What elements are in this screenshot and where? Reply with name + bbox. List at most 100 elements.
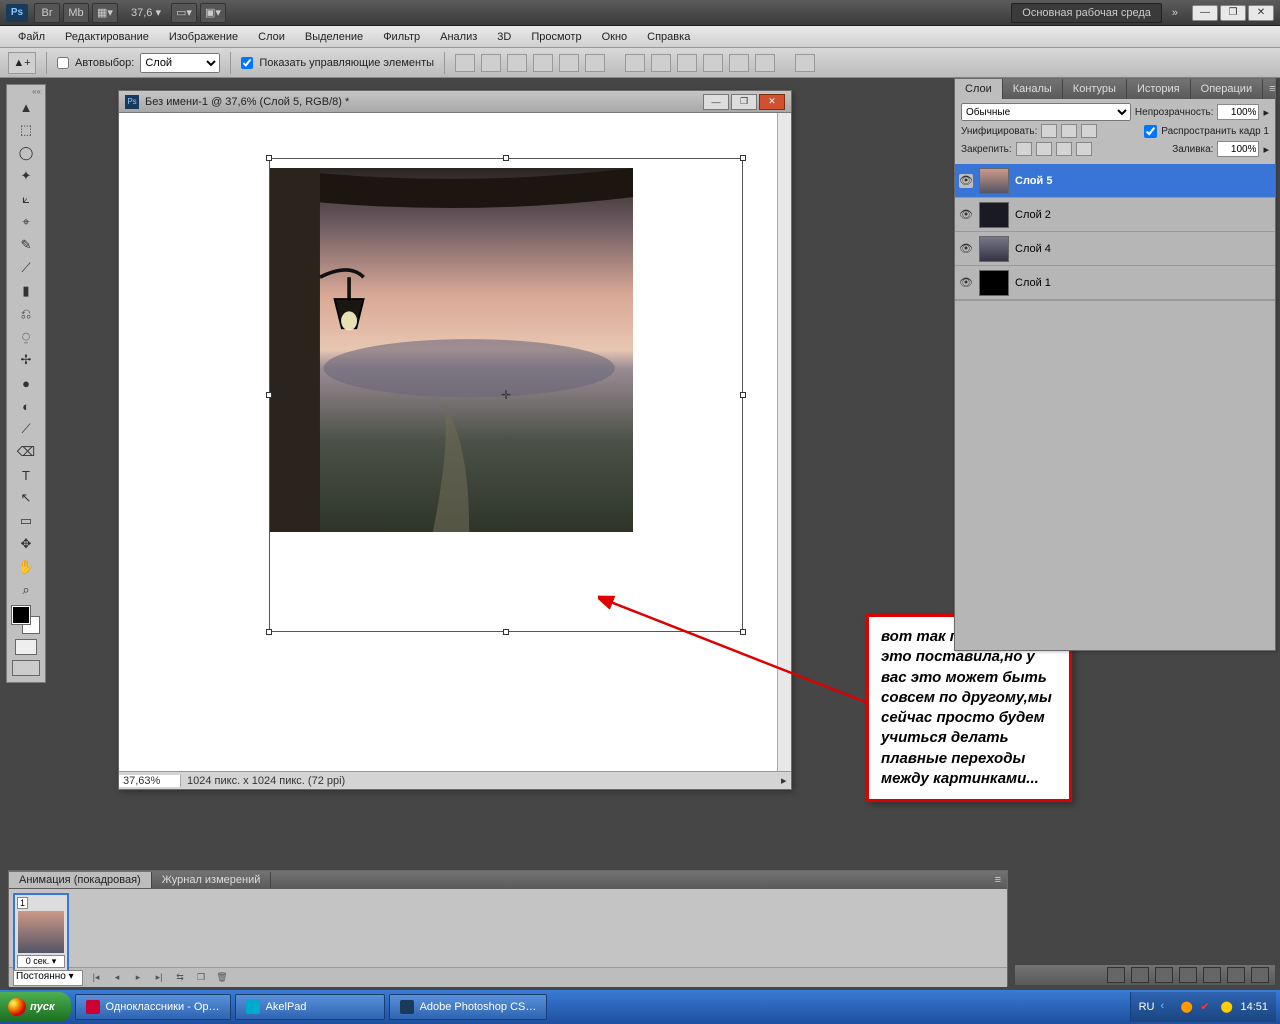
- transform-handle[interactable]: [740, 392, 746, 398]
- zoom-indicator[interactable]: 37,6 ▾: [131, 6, 161, 19]
- distribute-btn[interactable]: [677, 54, 697, 72]
- transform-handle[interactable]: [503, 629, 509, 635]
- transform-handle[interactable]: [740, 155, 746, 161]
- gradient-tool[interactable]: ✢: [12, 349, 40, 371]
- prev-frame-button[interactable]: ◂: [109, 971, 125, 985]
- layer-row[interactable]: 👁 Слой 1: [955, 266, 1275, 300]
- visibility-icon[interactable]: 👁: [959, 276, 973, 290]
- status-zoom[interactable]: 37,63%: [119, 775, 181, 787]
- frame-delay[interactable]: 0 сек. ▾: [17, 955, 65, 968]
- shape-tool[interactable]: ↖: [12, 487, 40, 509]
- distribute-btn[interactable]: [651, 54, 671, 72]
- doc-minimize-button[interactable]: —: [703, 94, 729, 110]
- visibility-icon[interactable]: 👁: [959, 242, 973, 256]
- autoselect-dropdown[interactable]: Слой: [140, 53, 220, 73]
- align-btn[interactable]: [585, 54, 605, 72]
- unify-btn[interactable]: [1061, 124, 1077, 138]
- view-button[interactable]: ▦▾: [92, 3, 118, 23]
- blur-tool[interactable]: ●: [12, 372, 40, 394]
- layer-row[interactable]: 👁 Слой 2: [955, 198, 1275, 232]
- layer-name[interactable]: Слой 5: [1015, 175, 1052, 187]
- anim-menu-icon[interactable]: ≡: [989, 874, 1007, 886]
- transform-handle[interactable]: [266, 155, 272, 161]
- menu-filter[interactable]: Фильтр: [373, 31, 430, 43]
- 3d-cam-tool[interactable]: ✥: [12, 533, 40, 555]
- type-tool[interactable]: ⌫: [12, 441, 40, 463]
- unify-btn[interactable]: [1041, 124, 1057, 138]
- tab-history[interactable]: История: [1127, 79, 1191, 99]
- tray-icon[interactable]: ⬤: [1180, 1000, 1194, 1014]
- menu-layers[interactable]: Слои: [248, 31, 295, 43]
- loop-select[interactable]: Постоянно ▾: [13, 970, 83, 986]
- hand-tool[interactable]: ✋: [12, 556, 40, 578]
- screenmode-toggle[interactable]: [12, 660, 40, 676]
- status-menu-icon[interactable]: ▸: [781, 774, 791, 787]
- visibility-icon[interactable]: 👁: [959, 208, 973, 222]
- propagate-checkbox[interactable]: [1144, 125, 1157, 138]
- fill-arrow-icon[interactable]: ▸: [1263, 143, 1269, 156]
- move-tool[interactable]: ▲: [12, 96, 40, 118]
- strip-icon[interactable]: [1155, 967, 1173, 983]
- heal-tool[interactable]: ✎: [12, 234, 40, 256]
- align-btn[interactable]: [455, 54, 475, 72]
- layer-name[interactable]: Слой 1: [1015, 277, 1051, 289]
- lang-indicator[interactable]: RU: [1139, 1001, 1155, 1013]
- pen-tool[interactable]: ⟋: [12, 418, 40, 440]
- tab-measurement-log[interactable]: Журнал измерений: [152, 872, 272, 888]
- canvas-viewport[interactable]: ✛: [119, 113, 777, 771]
- show-controls-checkbox[interactable]: [241, 57, 253, 69]
- eyedropper-tool[interactable]: ⌖: [12, 211, 40, 233]
- layer-row[interactable]: 👁 Слой 4: [955, 232, 1275, 266]
- taskbar-item[interactable]: AkelPad: [235, 994, 385, 1020]
- lock-btn[interactable]: [1036, 142, 1052, 156]
- transform-handle[interactable]: [266, 392, 272, 398]
- tab-channels[interactable]: Каналы: [1003, 79, 1063, 99]
- arrange-button[interactable]: ▭▾: [171, 3, 197, 23]
- tab-layers[interactable]: Слои: [955, 79, 1003, 99]
- auto-align-btn[interactable]: [795, 54, 815, 72]
- document-titlebar[interactable]: Ps Без имени-1 @ 37,6% (Слой 5, RGB/8) *…: [119, 91, 791, 113]
- br-button[interactable]: Br: [34, 3, 60, 23]
- brush-tool[interactable]: ⟋: [12, 257, 40, 279]
- transform-center-icon[interactable]: ✛: [500, 389, 512, 401]
- unify-btn[interactable]: [1081, 124, 1097, 138]
- history-brush-tool[interactable]: ⎌: [12, 303, 40, 325]
- mb-button[interactable]: Mb: [63, 3, 89, 23]
- system-tray[interactable]: RU ‹ ⬤ ✔ ⬤ 14:51: [1130, 992, 1276, 1022]
- align-btn[interactable]: [507, 54, 527, 72]
- workspace-selector[interactable]: Основная рабочая среда: [1011, 3, 1162, 23]
- align-btn[interactable]: [559, 54, 579, 72]
- distribute-btn[interactable]: [625, 54, 645, 72]
- autoselect-checkbox[interactable]: [57, 57, 69, 69]
- dup-frame-button[interactable]: ❐: [193, 971, 209, 985]
- blend-mode-select[interactable]: Обычные: [961, 103, 1131, 121]
- tray-icon[interactable]: ⬤: [1220, 1000, 1234, 1014]
- menu-edit[interactable]: Редактирование: [55, 31, 159, 43]
- strip-icon[interactable]: [1107, 967, 1125, 983]
- crop-tool[interactable]: ⟀: [12, 188, 40, 210]
- tween-button[interactable]: ⇆: [172, 971, 188, 985]
- quickmask-toggle[interactable]: [15, 639, 37, 655]
- taskbar-item[interactable]: Одноклассники - Op…: [75, 994, 231, 1020]
- lasso-tool[interactable]: ◯: [12, 142, 40, 164]
- lock-btn[interactable]: [1016, 142, 1032, 156]
- workspace-more-icon[interactable]: »: [1166, 5, 1184, 21]
- tray-icon[interactable]: ‹: [1160, 1000, 1174, 1014]
- distribute-btn[interactable]: [755, 54, 775, 72]
- path-tool[interactable]: T: [12, 464, 40, 486]
- strip-icon[interactable]: [1179, 967, 1197, 983]
- toolbox-grip[interactable]: ««: [9, 87, 43, 95]
- align-btn[interactable]: [533, 54, 553, 72]
- first-frame-button[interactable]: |◂: [88, 971, 104, 985]
- tab-animation[interactable]: Анимация (покадровая): [9, 872, 152, 888]
- stamp-tool[interactable]: ▮: [12, 280, 40, 302]
- opacity-arrow-icon[interactable]: ▸: [1263, 106, 1269, 119]
- lock-btn[interactable]: [1076, 142, 1092, 156]
- layer-row[interactable]: 👁 Слой 5: [955, 164, 1275, 198]
- menu-view[interactable]: Просмотр: [521, 31, 591, 43]
- fg-color[interactable]: [12, 606, 30, 624]
- tab-paths[interactable]: Контуры: [1063, 79, 1127, 99]
- menu-help[interactable]: Справка: [637, 31, 700, 43]
- menu-analyze[interactable]: Анализ: [430, 31, 487, 43]
- tab-actions[interactable]: Операции: [1191, 79, 1263, 99]
